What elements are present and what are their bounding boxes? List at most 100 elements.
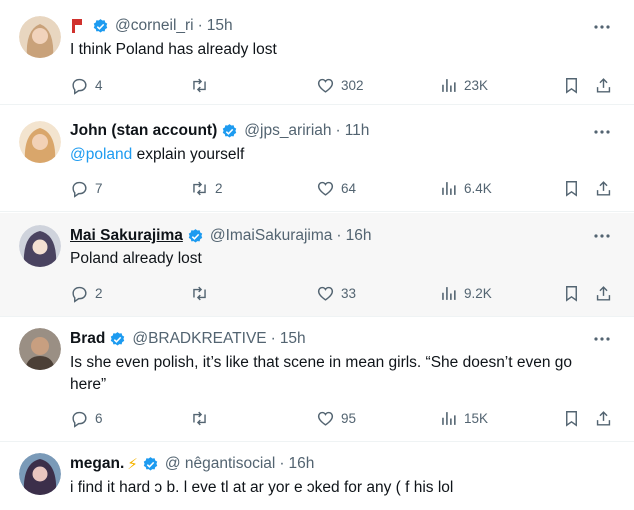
lightning-emoji: ⚡	[127, 456, 138, 473]
verified-icon	[223, 123, 237, 138]
tweet-text: i find it hard ɔ b. l eve tl at ar yor e…	[70, 479, 454, 496]
retweet-icon	[193, 78, 206, 92]
display-name[interactable]: Mai Sakurajima	[70, 227, 183, 245]
tweet-header: megan. ⚡ @ nêgantisocial · 16h	[70, 453, 314, 475]
view-count: 15K	[464, 410, 489, 426]
bookmark-button[interactable]	[562, 282, 581, 304]
tweet-4[interactable]: Brad @BRADKREATIVE · 15h Is she even pol…	[0, 318, 634, 442]
separator-dot: ·	[335, 122, 341, 139]
bookmark-button[interactable]	[562, 74, 581, 96]
tweet-text: @poland explain yourself	[70, 144, 604, 166]
avatar[interactable]	[19, 328, 61, 370]
avatar[interactable]	[19, 16, 61, 58]
user-handle[interactable]: @BRADKREATIVE	[132, 330, 266, 348]
retweet-icon	[193, 286, 206, 300]
reply-button[interactable]: 2	[70, 282, 103, 304]
display-name[interactable]: John (stan account)	[70, 122, 217, 140]
reply-count: 6	[95, 410, 103, 426]
tweet-actions: 6 95 15K	[70, 407, 620, 429]
tweet-2[interactable]: John (stan account) @jps_aririah · 11h @…	[0, 106, 634, 212]
separator-dot: ·	[270, 330, 276, 347]
timestamp[interactable]: 16h	[289, 455, 315, 473]
share-button[interactable]	[594, 177, 613, 199]
reply-icon	[72, 78, 87, 95]
share-icon	[596, 77, 611, 93]
more-options-icon[interactable]	[592, 122, 612, 142]
share-button[interactable]	[594, 407, 613, 429]
like-button[interactable]: 64	[316, 177, 356, 199]
reply-button[interactable]: 6	[70, 407, 103, 429]
avatar[interactable]	[19, 121, 61, 163]
tweet-text: I think Poland has already lost	[70, 41, 277, 58]
reply-button[interactable]: 4	[70, 74, 103, 96]
verified-icon	[188, 228, 203, 243]
view-count: 23K	[464, 77, 489, 93]
tweet-text: Poland already lost	[70, 250, 202, 267]
reply-icon	[72, 181, 87, 198]
bookmark-button[interactable]	[562, 407, 581, 429]
like-count: 302	[341, 77, 364, 93]
heart-icon	[317, 181, 334, 196]
retweet-button[interactable]: 2	[190, 177, 223, 199]
timestamp[interactable]: 15h	[207, 17, 233, 35]
heart-icon	[317, 286, 334, 301]
heart-icon	[317, 78, 334, 93]
view-count: 6.4K	[464, 180, 492, 196]
avatar[interactable]	[19, 225, 61, 267]
retweet-button[interactable]	[190, 282, 215, 304]
tweet-1[interactable]: @corneil_ri · 15h I think Poland has alr…	[0, 0, 634, 105]
user-handle[interactable]: @jps_aririah	[244, 122, 331, 140]
tweet-actions: 2 33 9.2K	[70, 282, 620, 304]
reply-button[interactable]: 7	[70, 177, 103, 199]
tweet-actions: 4 302 23K	[70, 74, 620, 96]
more-options-icon[interactable]	[592, 329, 612, 349]
verified-icon	[111, 331, 125, 346]
bookmark-button[interactable]	[562, 177, 581, 199]
tweet-header: Brad @BRADKREATIVE · 15h	[70, 328, 306, 350]
views-button[interactable]: 15K	[439, 407, 488, 429]
share-icon	[596, 180, 611, 196]
heart-icon	[317, 411, 334, 426]
separator-dot: ·	[279, 455, 285, 472]
views-button[interactable]: 6.4K	[439, 177, 492, 199]
views-icon	[442, 411, 456, 425]
timestamp[interactable]: 16h	[346, 227, 372, 245]
display-name[interactable]: megan.	[70, 455, 124, 473]
separator-dot: ·	[197, 17, 203, 34]
views-icon	[442, 181, 456, 195]
retweet-button[interactable]	[190, 74, 215, 96]
tweet-header: @corneil_ri · 15h	[70, 15, 233, 37]
flag-icon	[72, 19, 82, 33]
reply-icon	[72, 411, 87, 428]
like-count: 33	[341, 285, 357, 301]
more-options-icon[interactable]	[592, 17, 612, 37]
like-button[interactable]: 33	[316, 282, 356, 304]
timestamp[interactable]: 15h	[280, 330, 306, 348]
tweet-actions: 7 2 64 6.4K	[70, 177, 620, 199]
user-handle[interactable]: @ nêgantisocial	[165, 455, 276, 473]
views-button[interactable]: 23K	[439, 74, 488, 96]
bookmark-icon	[566, 77, 577, 94]
share-icon	[596, 285, 611, 301]
more-options-icon[interactable]	[592, 226, 612, 246]
retweet-button[interactable]	[190, 407, 215, 429]
retweet-icon	[193, 181, 206, 195]
share-button[interactable]	[594, 282, 613, 304]
display-name[interactable]: Brad	[70, 330, 105, 348]
tweet-3[interactable]: Mai Sakurajima @ImaiSakurajima · 16h Pol…	[0, 213, 634, 317]
avatar[interactable]	[19, 453, 61, 495]
share-button[interactable]	[594, 74, 613, 96]
timestamp[interactable]: 11h	[345, 122, 370, 140]
like-count: 64	[341, 180, 357, 196]
separator-dot: ·	[336, 227, 342, 244]
views-button[interactable]: 9.2K	[439, 282, 492, 304]
user-handle[interactable]: @ImaiSakurajima	[210, 227, 333, 245]
user-handle[interactable]: @corneil_ri	[115, 17, 194, 35]
bookmark-icon	[566, 285, 577, 302]
tweet-5[interactable]: megan. ⚡ @ nêgantisocial · 16h i find it…	[0, 443, 634, 510]
mention-link[interactable]: @poland	[70, 146, 132, 163]
share-icon	[596, 410, 611, 426]
like-button[interactable]: 302	[316, 74, 364, 96]
tweet-text: Is she even polish, it’s like that scene…	[70, 354, 573, 393]
like-button[interactable]: 95	[316, 407, 356, 429]
